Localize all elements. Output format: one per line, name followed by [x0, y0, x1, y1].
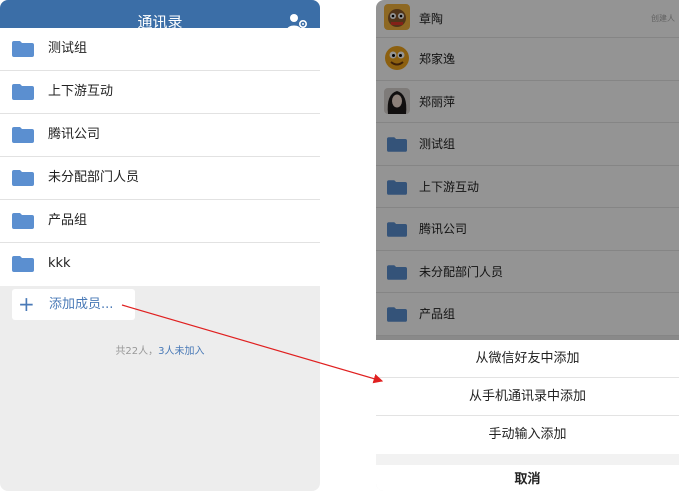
left-screen: 通讯录 测试组 上下游互动 腾讯公司 未分配部门人员 产品组 kkk + 添加成… — [0, 0, 320, 491]
folder-icon — [12, 256, 34, 272]
folder-icon — [12, 84, 34, 100]
add-member-button[interactable]: + 添加成员... — [12, 289, 135, 320]
group-item[interactable]: 测试组 — [0, 28, 320, 71]
add-from-contacts-button[interactable]: 从手机通讯录中添加 — [376, 378, 679, 416]
action-sheet: 从微信好友中添加 从手机通讯录中添加 手动输入添加 取消 — [376, 340, 679, 491]
right-screen: 章陶 创建人 郑家逸 郑丽萍 测试组 上下游互动 腾讯公司 未分配部门人员 产品… — [376, 0, 679, 491]
group-item[interactable]: 未分配部门人员 — [0, 157, 320, 200]
group-label: 上下游互动 — [48, 84, 114, 99]
folder-icon — [12, 170, 34, 186]
group-item[interactable]: 腾讯公司 — [0, 114, 320, 157]
group-label: 腾讯公司 — [48, 127, 101, 142]
add-from-wechat-button[interactable]: 从微信好友中添加 — [376, 340, 679, 378]
cancel-button[interactable]: 取消 — [376, 465, 679, 491]
folder-icon — [12, 213, 34, 229]
member-summary: 共22人，3人未加入 — [0, 342, 320, 357]
plus-icon: + — [18, 292, 35, 316]
group-item[interactable]: 上下游互动 — [0, 71, 320, 114]
add-member-label: 添加成员... — [49, 297, 114, 312]
group-label: 测试组 — [48, 41, 88, 56]
group-label: kkk — [48, 256, 71, 271]
total-count: 共22人， — [115, 346, 159, 357]
dim-overlay[interactable] — [376, 0, 679, 340]
folder-icon — [12, 41, 34, 57]
group-label: 产品组 — [48, 213, 88, 228]
group-item[interactable]: 产品组 — [0, 200, 320, 243]
group-item[interactable]: kkk — [0, 243, 320, 286]
manual-add-button[interactable]: 手动输入添加 — [376, 416, 679, 454]
group-list: 测试组 上下游互动 腾讯公司 未分配部门人员 产品组 kkk — [0, 28, 320, 286]
group-label: 未分配部门人员 — [48, 170, 140, 185]
folder-icon — [12, 127, 34, 143]
pending-count-link[interactable]: 3人未加入 — [158, 346, 204, 357]
